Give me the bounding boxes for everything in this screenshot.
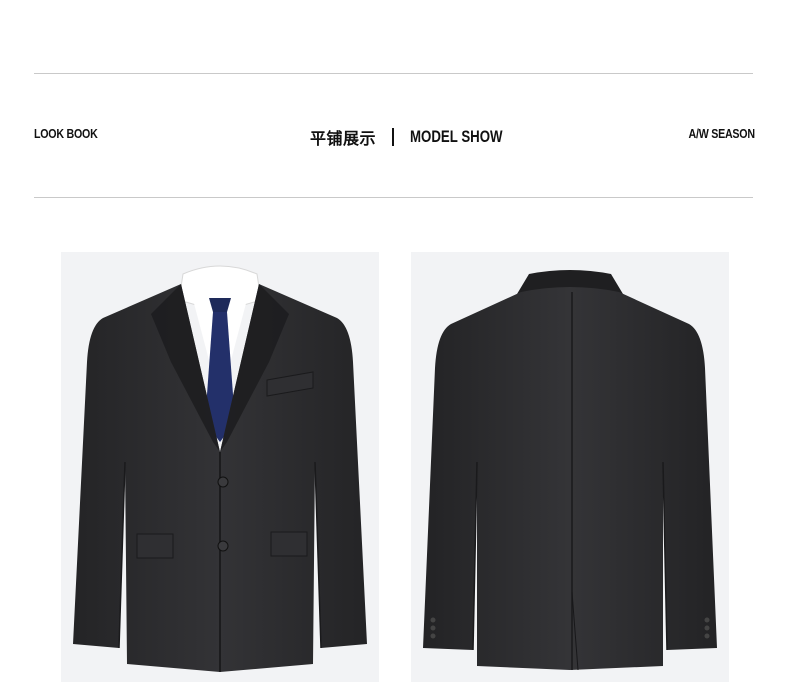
section-title-cn: 平铺展示: [310, 129, 377, 148]
section-title: 平铺展示 MODEL SHOW: [310, 124, 529, 150]
jacket-front-illustration: [73, 265, 367, 672]
jacket-back-illustration: [423, 270, 717, 671]
bottom-divider-line: [34, 197, 753, 198]
top-divider-line: [34, 73, 753, 74]
section-title-en: MODEL SHOW: [410, 127, 503, 146]
look-book-label: LOOK BOOK: [34, 126, 98, 141]
jacket-front-photo: [61, 252, 379, 682]
title-separator: [392, 128, 395, 146]
season-label: A/W SEASON: [688, 126, 755, 141]
jacket-back-photo: [411, 252, 729, 682]
